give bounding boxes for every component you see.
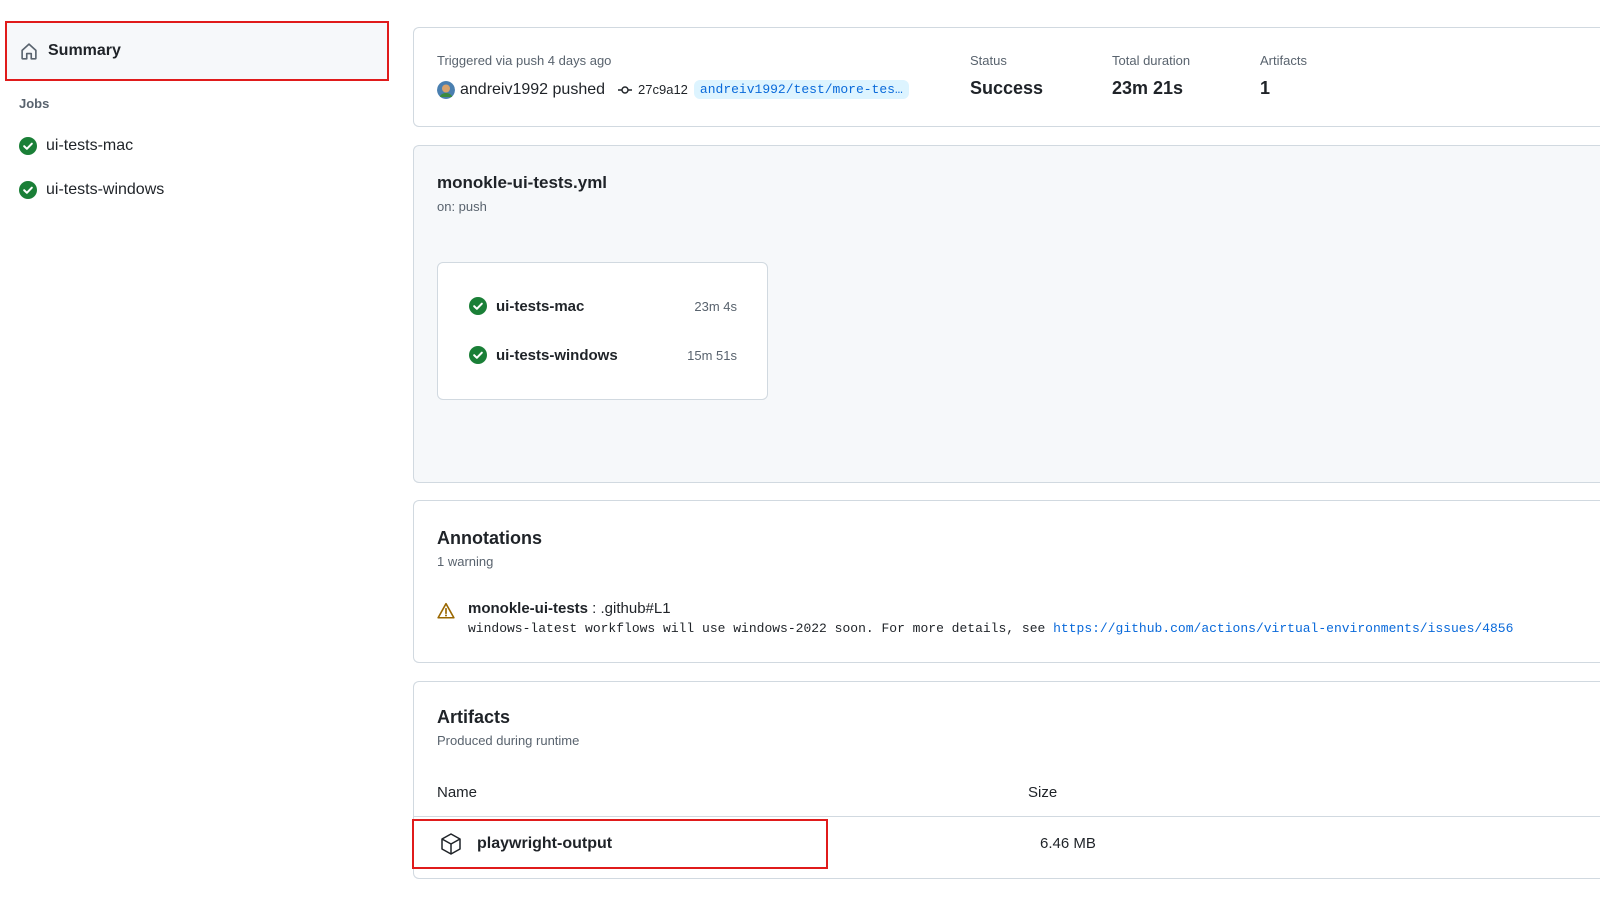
artifacts-count[interactable]: 1 [1260, 78, 1307, 99]
graph-job-duration: 23m 4s [694, 298, 737, 314]
workflow-trigger: on: push [437, 199, 487, 214]
annotations-card: Annotations 1 warning monokle-ui-tests :… [413, 500, 1600, 663]
alert-icon [437, 602, 455, 619]
check-circle-icon [19, 137, 37, 155]
status-value: Success [970, 78, 1044, 98]
column-header-size: Size [1028, 784, 1058, 801]
artifact-row-playwright-output[interactable]: playwright-output [412, 819, 828, 869]
status-label: Status [970, 53, 1007, 68]
avatar[interactable] [437, 80, 455, 99]
workflow-graph-card: monokle-ui-tests.yml on: push ui-tests-m… [413, 145, 1600, 483]
sidebar-item-ui-tests-mac[interactable]: ui-tests-mac [19, 137, 133, 155]
jobs-heading: Jobs [19, 96, 50, 111]
sidebar-item-summary[interactable]: Summary [5, 21, 389, 81]
duration-value: 23m 21s [1112, 78, 1184, 98]
artifacts-stat: Artifacts 1 [1260, 53, 1307, 99]
status-stat: Status Success [970, 53, 1043, 99]
workflow-file-name: monokle-ui-tests.yml [437, 173, 608, 192]
sidebar-item-label: Summary [48, 42, 121, 59]
commit-sha-link[interactable]: 27c9a12 [638, 82, 688, 97]
run-summary-card: Triggered via push 4 days ago andreiv199… [413, 27, 1600, 127]
trigger-text: Triggered via push 4 days ago [437, 53, 612, 68]
annotation-message: windows-latest workflows will use window… [468, 621, 1513, 636]
annotation-message-text: windows-latest workflows will use window… [468, 621, 1054, 636]
graph-job-ui-tests-windows[interactable]: ui-tests-windows 15m 51s [469, 346, 737, 364]
graph-job-name: ui-tests-windows [496, 346, 618, 364]
job-label: ui-tests-mac [46, 137, 134, 154]
job-label: ui-tests-windows [46, 181, 165, 198]
check-circle-icon [469, 297, 487, 315]
graph-job-name: ui-tests-mac [496, 297, 585, 315]
workflow-jobs-group: ui-tests-mac 23m 4s ui-tests-windows 15m… [437, 262, 768, 400]
sidebar-item-ui-tests-windows[interactable]: ui-tests-windows [19, 181, 164, 199]
divider [414, 816, 1600, 817]
artifacts-label: Artifacts [1260, 53, 1307, 68]
annotations-count: 1 warning [437, 554, 494, 569]
annotation-job-link[interactable]: monokle-ui-tests [468, 600, 588, 617]
artifacts-subtitle: Produced during runtime [437, 733, 580, 748]
push-action: pushed [552, 80, 606, 98]
annotation-location: : .github#L1 [588, 600, 671, 617]
actor-link[interactable]: andreiv1992 [460, 81, 548, 98]
graph-job-duration: 15m 51s [687, 347, 737, 363]
annotation-body: monokle-ui-tests : .github#L1 windows-la… [468, 600, 1513, 636]
actor-text: andreiv1992 pushed [460, 81, 605, 99]
package-icon [441, 833, 461, 855]
duration-label: Total duration [1112, 53, 1191, 68]
artifact-name-link[interactable]: playwright-output [477, 835, 612, 853]
annotations-title: Annotations [437, 528, 542, 548]
artifacts-title: Artifacts [437, 707, 511, 727]
check-circle-icon [469, 346, 487, 364]
annotation-heading: monokle-ui-tests : .github#L1 [468, 600, 1513, 617]
column-header-name: Name [437, 784, 478, 801]
annotation-link[interactable]: https://github.com/actions/virtual-envir… [1053, 621, 1513, 636]
home-icon [21, 43, 37, 60]
branch-label[interactable]: andreiv1992/test/more-tes… [693, 80, 909, 99]
sidebar: Summary Jobs ui-tests-mac ui-tests-windo… [0, 0, 400, 898]
push-info: andreiv1992 pushed 27c9a12 andreiv1992/t… [437, 80, 909, 99]
annotation-item: monokle-ui-tests : .github#L1 windows-la… [437, 600, 1513, 636]
duration-stat: Total duration 23m 21s [1112, 53, 1190, 99]
check-circle-icon [19, 181, 37, 199]
commit-icon [618, 85, 633, 94]
artifacts-card: Artifacts Produced during runtime Name S… [412, 681, 1600, 879]
artifact-size: 6.46 MB [1040, 835, 1096, 852]
graph-job-ui-tests-mac[interactable]: ui-tests-mac 23m 4s [469, 297, 737, 315]
